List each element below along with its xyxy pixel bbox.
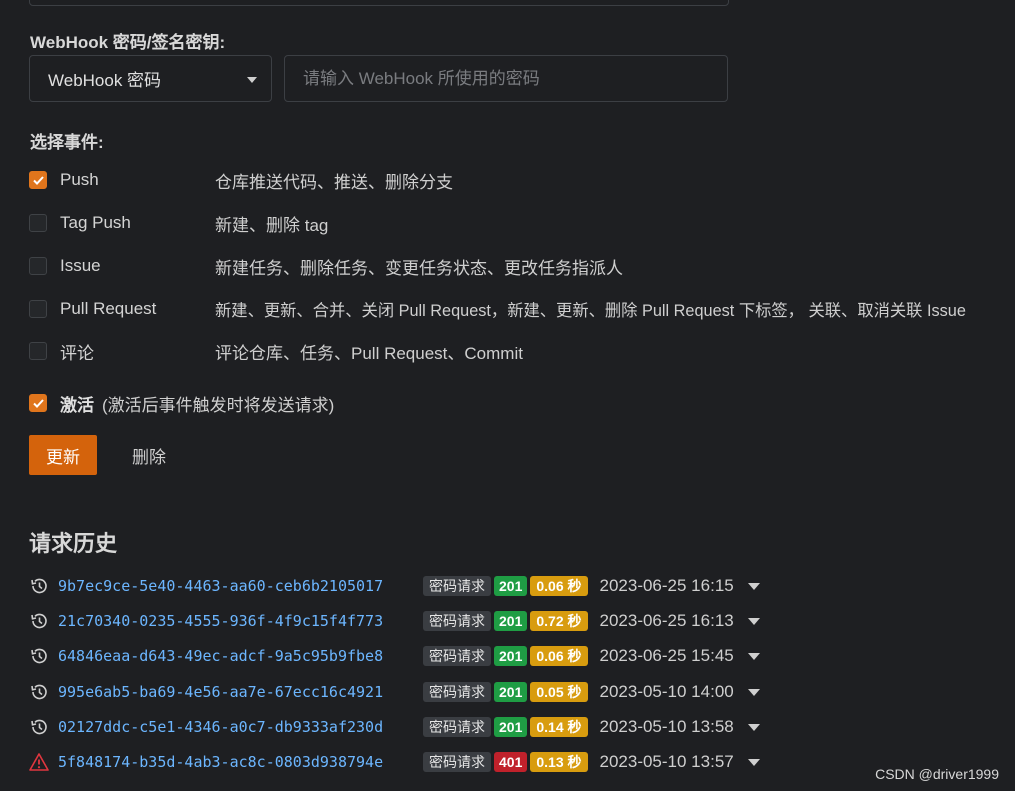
request-id-link[interactable]: 5f848174-b35d-4ab3-ac8c-0803d938794e [58, 753, 413, 771]
status-code-badge: 201 [494, 611, 528, 631]
event-checkbox-issue[interactable] [29, 257, 47, 275]
previous-input-field[interactable] [29, 0, 729, 6]
chevron-down-icon [247, 77, 257, 83]
expand-chevron-icon[interactable] [747, 723, 760, 731]
request-type-badge: 密码请求 [423, 611, 491, 631]
duration-badge: 0.06 秒 [530, 576, 588, 596]
secret-section-label: WebHook 密码/签名密钥: [30, 33, 226, 52]
request-date: 2023-06-25 16:15 [599, 576, 734, 595]
status-code-badge: 201 [494, 646, 528, 666]
request-type-badge: 密码请求 [423, 646, 491, 666]
request-id-link[interactable]: 21c70340-0235-4555-936f-4f9c15f4f773 [58, 612, 413, 630]
activate-checkbox[interactable] [29, 394, 47, 412]
history-icon [31, 684, 47, 700]
warning-icon [29, 753, 49, 771]
request-id-link[interactable]: 64846eaa-d643-49ec-adcf-9a5c95b9fbe8 [58, 647, 413, 665]
request-date: 2023-06-25 15:45 [599, 646, 734, 665]
event-row-push[interactable]: Push 仓库推送代码、推送、删除分支 [29, 169, 453, 192]
request-date: 2023-06-25 16:13 [599, 611, 734, 630]
duration-badge: 0.14 秒 [530, 717, 588, 737]
event-row-tag-push[interactable]: Tag Push 新建、删除 tag [29, 212, 328, 235]
history-row[interactable]: 21c70340-0235-4555-936f-4f9c15f4f773 密码请… [29, 609, 760, 633]
checkmark-icon [32, 175, 44, 185]
request-id-link[interactable]: 995e6ab5-ba69-4e56-aa7e-67ecc16c4921 [58, 683, 413, 701]
duration-badge: 0.06 秒 [530, 646, 588, 666]
webhook-password-input[interactable] [284, 55, 728, 102]
duration-badge: 0.13 秒 [530, 752, 588, 772]
delete-button[interactable]: 删除 [118, 435, 180, 475]
history-row[interactable]: 02127ddc-c5e1-4346-a0c7-db9333af230d 密码请… [29, 715, 760, 739]
event-name: Issue [60, 256, 101, 275]
history-icon [31, 578, 47, 594]
event-description: 新建任务、删除任务、变更任务状态、更改任务指派人 [215, 258, 623, 278]
history-row[interactable]: 64846eaa-d643-49ec-adcf-9a5c95b9fbe8 密码请… [29, 644, 760, 668]
expand-chevron-icon[interactable] [747, 582, 760, 590]
history-row[interactable]: 9b7ec9ce-5e40-4463-aa60-ceb6b2105017 密码请… [29, 574, 760, 598]
request-type-badge: 密码请求 [423, 752, 491, 772]
event-row-comment[interactable]: 评论 评论仓库、任务、Pull Request、Commit [29, 340, 523, 363]
event-description: 新建、删除 tag [215, 215, 329, 235]
event-checkbox-comment[interactable] [29, 342, 47, 360]
activate-note: (激活后事件触发时将发送请求) [102, 395, 335, 415]
checkmark-icon [32, 398, 44, 408]
status-code-badge: 401 [494, 752, 528, 772]
expand-chevron-icon[interactable] [747, 652, 760, 660]
event-name: Pull Request [60, 299, 157, 318]
expand-chevron-icon[interactable] [747, 688, 760, 696]
duration-badge: 0.72 秒 [530, 611, 588, 631]
history-icon [31, 719, 47, 735]
activate-row[interactable]: 激活 (激活后事件触发时将发送请求) [29, 392, 335, 415]
request-id-link[interactable]: 9b7ec9ce-5e40-4463-aa60-ceb6b2105017 [58, 577, 413, 595]
status-code-badge: 201 [494, 682, 528, 702]
request-date: 2023-05-10 14:00 [599, 682, 734, 701]
history-row[interactable]: 5f848174-b35d-4ab3-ac8c-0803d938794e 密码请… [29, 750, 760, 774]
request-date: 2023-05-10 13:57 [599, 752, 734, 771]
event-checkbox-push[interactable] [29, 171, 47, 189]
request-date: 2023-05-10 13:58 [599, 717, 734, 736]
duration-badge: 0.05 秒 [530, 682, 588, 702]
event-description: 新建、更新、合并、关闭 Pull Request，新建、更新、删除 Pull R… [215, 302, 966, 320]
watermark: CSDN @driver1999 [875, 766, 999, 782]
history-row[interactable]: 995e6ab5-ba69-4e56-aa7e-67ecc16c4921 密码请… [29, 680, 760, 704]
request-id-link[interactable]: 02127ddc-c5e1-4346-a0c7-db9333af230d [58, 718, 413, 736]
event-name: 评论 [60, 343, 94, 363]
event-checkbox-tag-push[interactable] [29, 214, 47, 232]
secret-type-select[interactable]: WebHook 密码 [29, 55, 272, 102]
request-history-title: 请求历史 [29, 531, 118, 556]
expand-chevron-icon[interactable] [747, 758, 760, 766]
activate-label: 激活 [60, 395, 94, 415]
status-code-badge: 201 [494, 576, 528, 596]
history-icon [31, 648, 47, 664]
request-type-badge: 密码请求 [423, 576, 491, 596]
secret-type-value: WebHook 密码 [48, 71, 162, 90]
event-name: Tag Push [60, 213, 131, 232]
request-type-badge: 密码请求 [423, 717, 491, 737]
events-section-label: 选择事件: [30, 133, 104, 152]
status-code-badge: 201 [494, 717, 528, 737]
expand-chevron-icon[interactable] [747, 617, 760, 625]
event-row-pull-request[interactable]: Pull Request 新建、更新、合并、关闭 Pull Request，新建… [29, 298, 966, 320]
event-description: 评论仓库、任务、Pull Request、Commit [215, 343, 523, 363]
event-name: Push [60, 170, 99, 189]
event-checkbox-pull-request[interactable] [29, 300, 47, 318]
update-button[interactable]: 更新 [29, 435, 97, 475]
event-description: 仓库推送代码、推送、删除分支 [215, 172, 453, 192]
event-row-issue[interactable]: Issue 新建任务、删除任务、变更任务状态、更改任务指派人 [29, 255, 623, 278]
history-icon [31, 613, 47, 629]
request-type-badge: 密码请求 [423, 682, 491, 702]
